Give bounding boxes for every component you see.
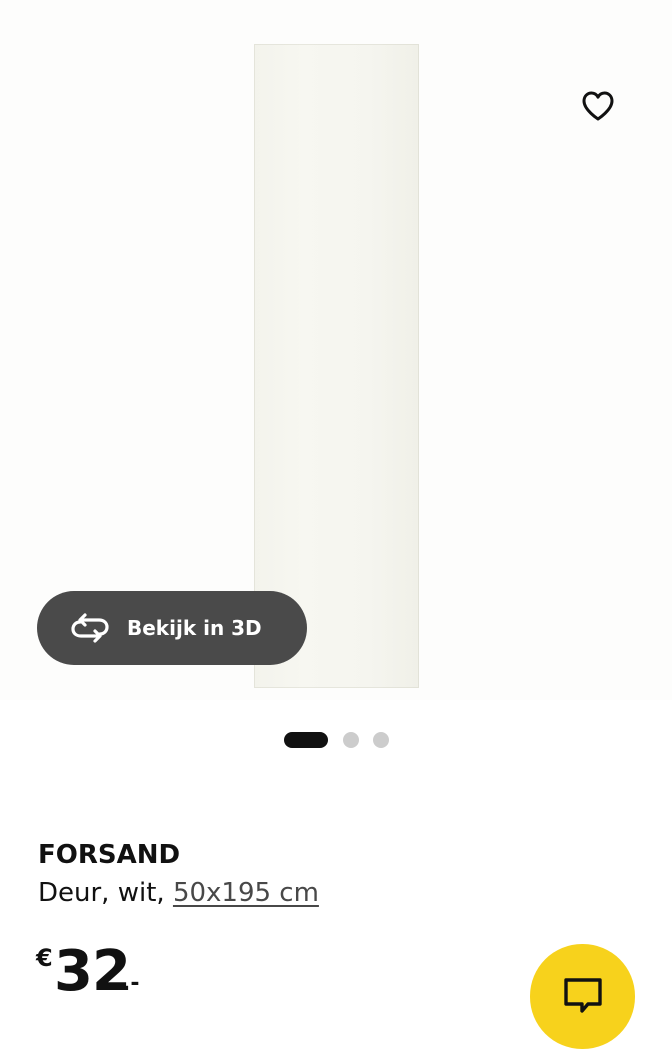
carousel-dot[interactable]: [343, 732, 359, 748]
product-name: FORSAND: [38, 840, 181, 870]
rotate-3d-icon: [71, 613, 109, 643]
size-link[interactable]: 50x195 cm: [173, 878, 319, 908]
view-in-3d-label: Bekijk in 3D: [127, 616, 262, 640]
heart-outline-icon: [582, 91, 614, 121]
product-description: Deur, wit, 50x195 cm: [38, 876, 319, 910]
view-in-3d-button[interactable]: Bekijk in 3D: [37, 591, 307, 665]
chat-button[interactable]: [530, 944, 635, 1049]
carousel-dot-active[interactable]: [284, 732, 328, 748]
price-currency: €: [36, 944, 53, 972]
price-integer: 32: [54, 939, 131, 1004]
product-description-text: Deur, wit,: [38, 878, 173, 908]
carousel-dot[interactable]: [373, 732, 389, 748]
favorite-button[interactable]: [576, 84, 620, 128]
price-decimal: .-: [122, 971, 140, 996]
chat-bubble-icon: [564, 978, 602, 1013]
